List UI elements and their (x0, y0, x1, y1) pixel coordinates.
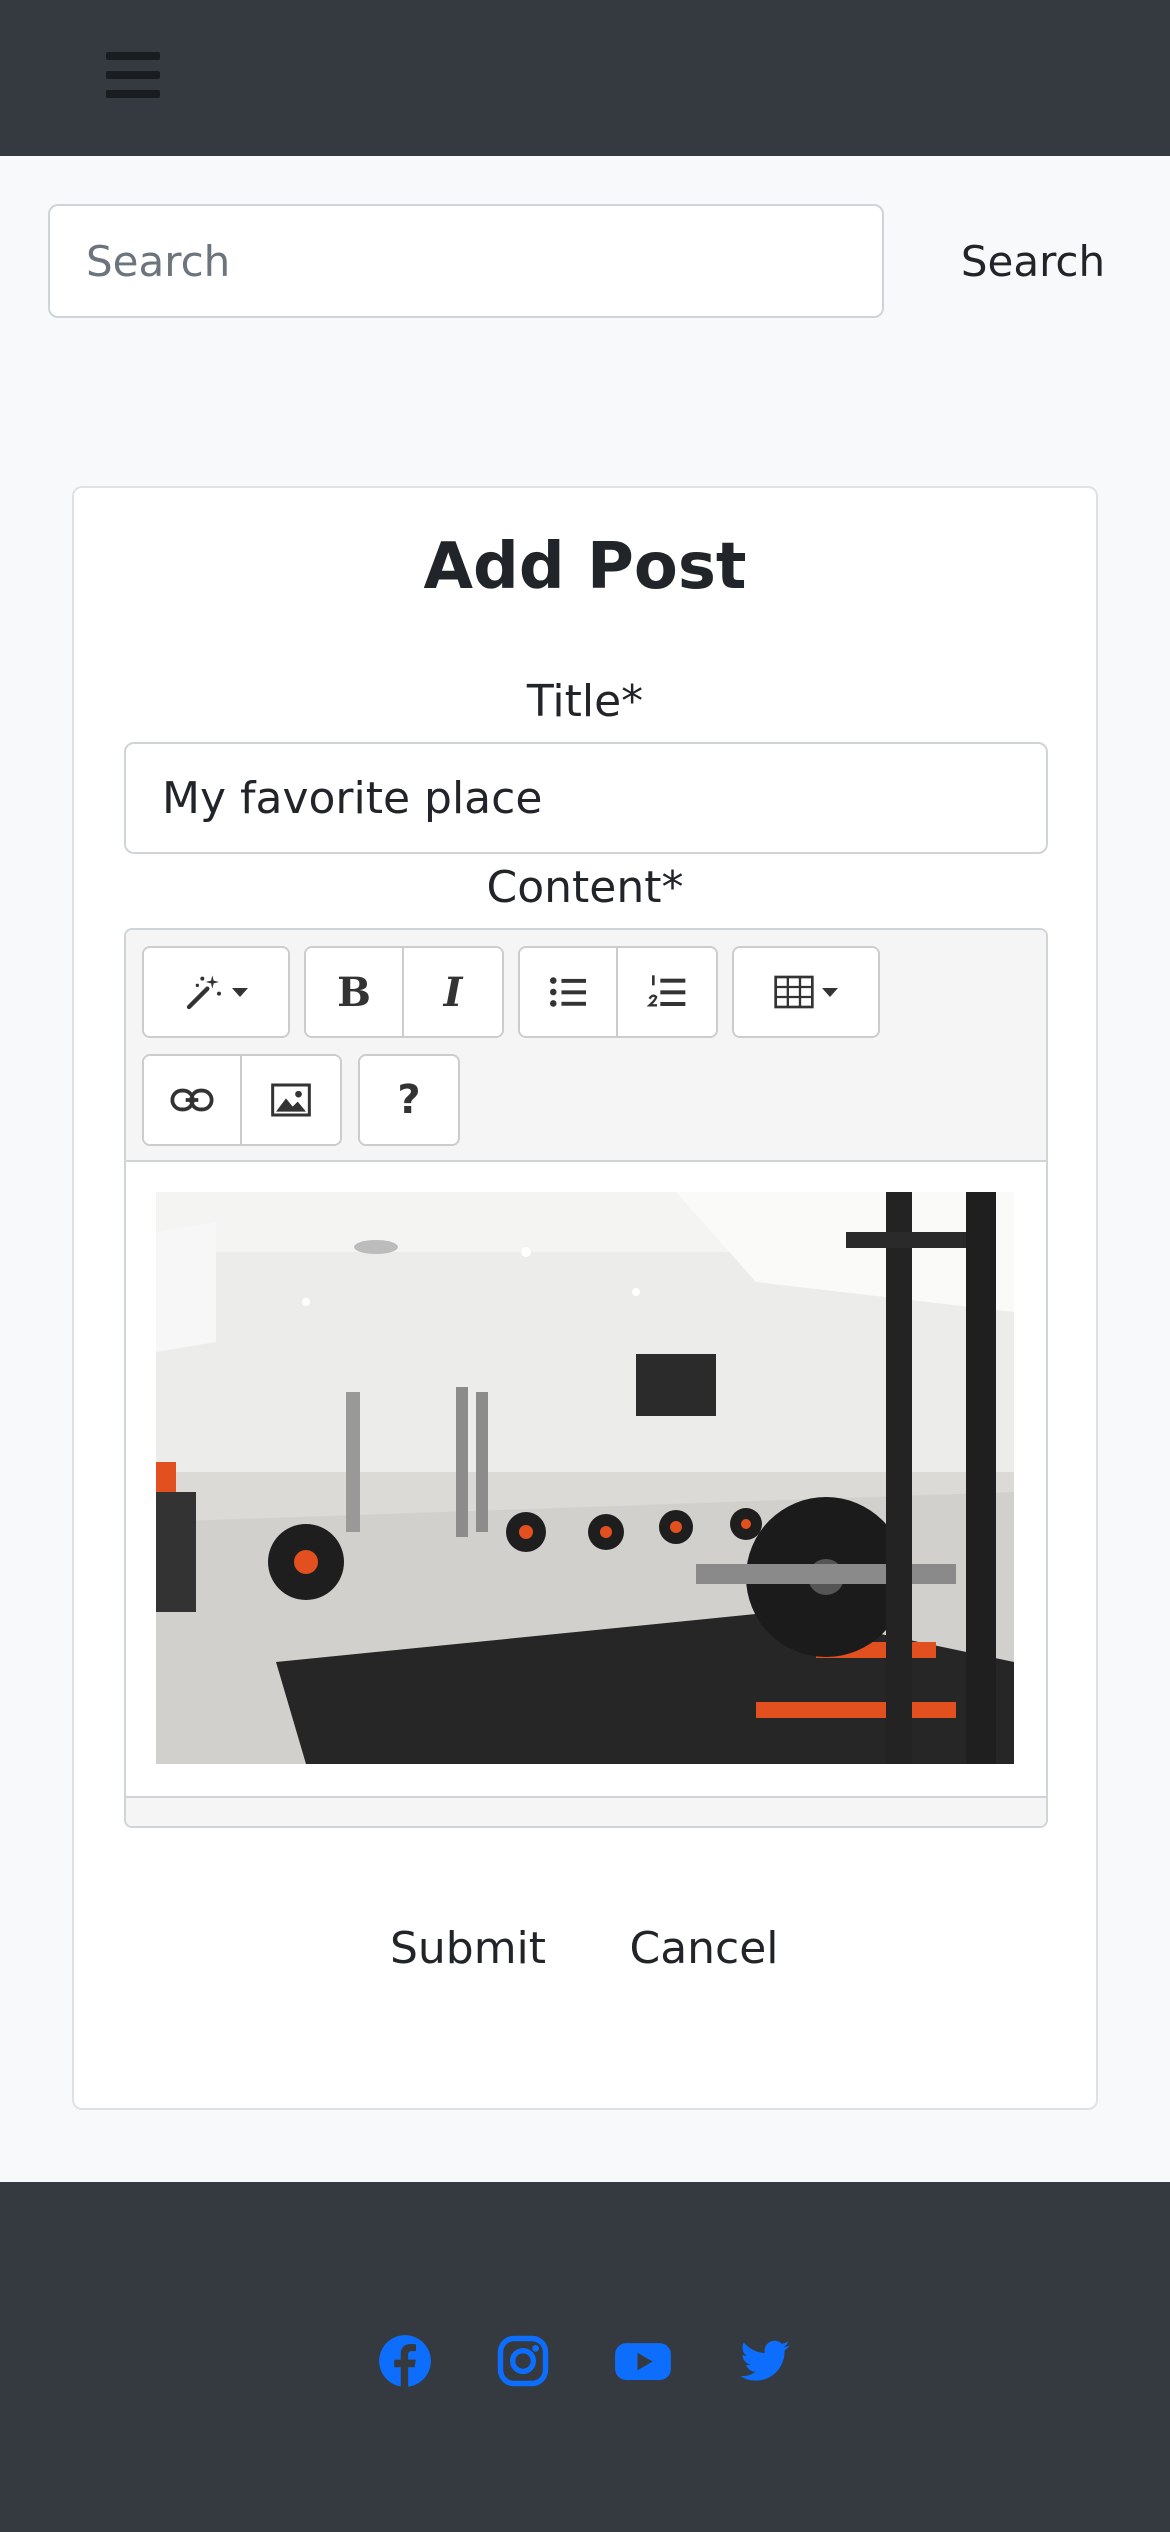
help-icon: ? (397, 1077, 421, 1123)
title-input[interactable] (124, 742, 1048, 854)
editor-resize-bar[interactable] (126, 1796, 1046, 1826)
search-button[interactable]: Search (920, 204, 1146, 318)
submit-button[interactable]: Submit (368, 1908, 568, 1988)
insert-group (142, 1054, 342, 1146)
instagram-icon[interactable] (496, 2334, 550, 2388)
form-actions: Submit Cancel (74, 1908, 1096, 1988)
gym-interior-photo (156, 1192, 1014, 1764)
help-button[interactable]: ? (360, 1056, 458, 1144)
hamburger-menu-icon[interactable] (106, 50, 162, 100)
style-group (142, 946, 290, 1038)
facebook-icon[interactable] (378, 2334, 432, 2388)
top-navbar (0, 0, 1170, 156)
search-input[interactable] (48, 204, 884, 318)
list-group (518, 946, 718, 1038)
picture-button[interactable] (242, 1056, 340, 1144)
bold-button[interactable]: B (306, 948, 404, 1036)
page-title: Add Post (423, 530, 747, 604)
bold-icon: B (337, 968, 371, 1016)
magic-wand-icon (186, 975, 221, 1010)
italic-button[interactable]: I (404, 948, 502, 1036)
cancel-button[interactable]: Cancel (604, 1908, 804, 1988)
help-group: ? (358, 1054, 460, 1146)
page-footer (0, 2182, 1170, 2532)
italic-icon: I (443, 968, 463, 1016)
ordered-list-icon (647, 975, 686, 1007)
rich-text-editor: B I ? (124, 928, 1048, 1828)
add-post-card: Add Post Title* Content* (72, 486, 1098, 2110)
table-group (732, 946, 880, 1038)
content-label: Content* (486, 862, 684, 913)
twitter-icon[interactable] (738, 2334, 792, 2388)
unordered-list-icon (550, 977, 586, 1007)
youtube-icon[interactable] (614, 2334, 672, 2388)
link-icon (170, 1088, 214, 1112)
ordered-list-button[interactable] (618, 948, 716, 1036)
unordered-list-button[interactable] (520, 948, 618, 1036)
title-label: Title* (526, 676, 644, 727)
chevron-down-icon (822, 987, 838, 997)
font-style-group: B I (304, 946, 504, 1038)
editor-toolbar: B I ? (126, 930, 1046, 1162)
table-dropdown-button[interactable] (734, 948, 878, 1036)
table-icon (774, 975, 814, 1009)
editor-content-area[interactable] (126, 1162, 1046, 1798)
style-dropdown-button[interactable] (144, 948, 288, 1036)
picture-icon (271, 1083, 311, 1117)
link-button[interactable] (144, 1056, 242, 1144)
chevron-down-icon (232, 987, 248, 997)
